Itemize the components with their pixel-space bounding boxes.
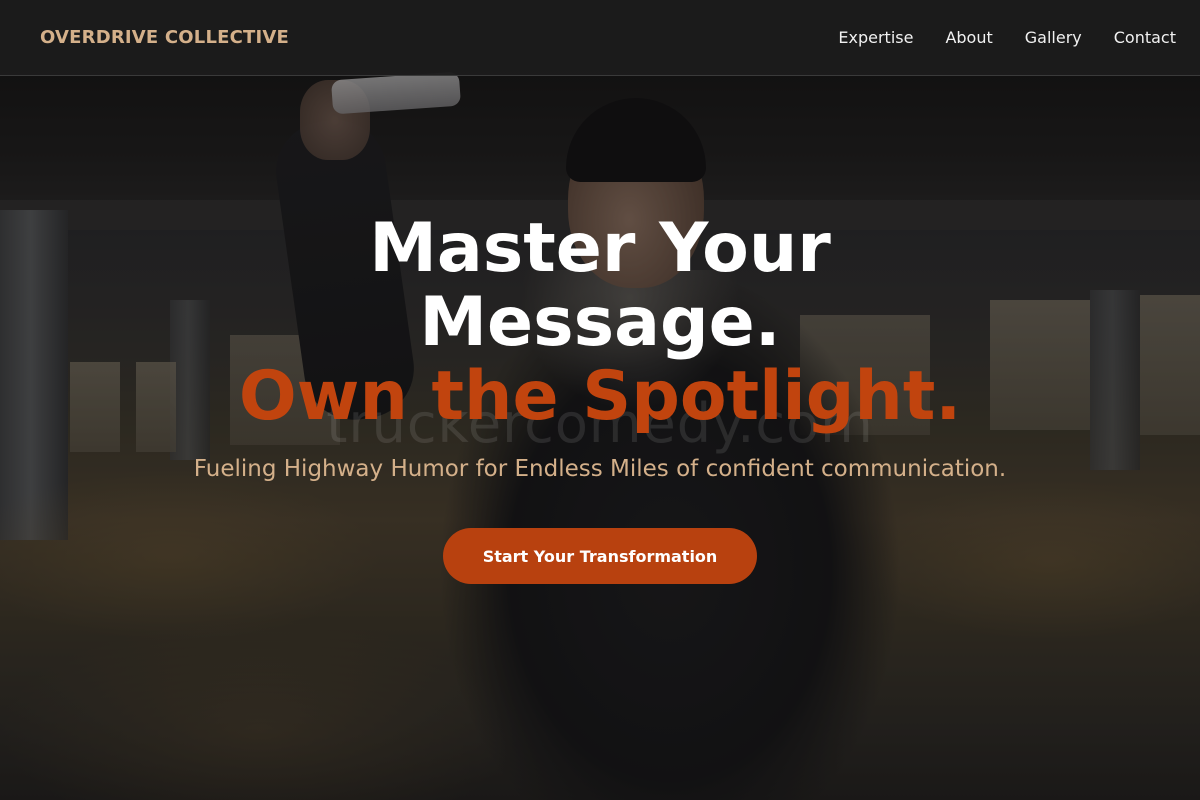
nav-link-about[interactable]: About (945, 28, 992, 47)
hero-section: Master Your Message. Own the Spotlight. … (0, 0, 1200, 800)
hero-subheadline: Fueling Highway Humor for Endless Miles … (193, 456, 1007, 482)
hero-headline: Master Your Message. (0, 212, 1200, 360)
hero-headline-accent: Own the Spotlight. (238, 357, 962, 436)
brand-logo-link[interactable]: OVERDRIVE COLLECTIVE (40, 27, 289, 48)
headline-line-2: Message. (419, 283, 781, 362)
start-transformation-button[interactable]: Start Your Transformation (443, 528, 757, 584)
nav-link-gallery[interactable]: Gallery (1025, 28, 1082, 47)
site-header: OVERDRIVE COLLECTIVE Expertise About Gal… (0, 0, 1200, 76)
main-nav: Expertise About Gallery Contact (806, 28, 1176, 47)
headline-line-1: Master Your (369, 209, 831, 288)
nav-link-expertise[interactable]: Expertise (838, 28, 913, 47)
nav-link-contact[interactable]: Contact (1114, 28, 1176, 47)
